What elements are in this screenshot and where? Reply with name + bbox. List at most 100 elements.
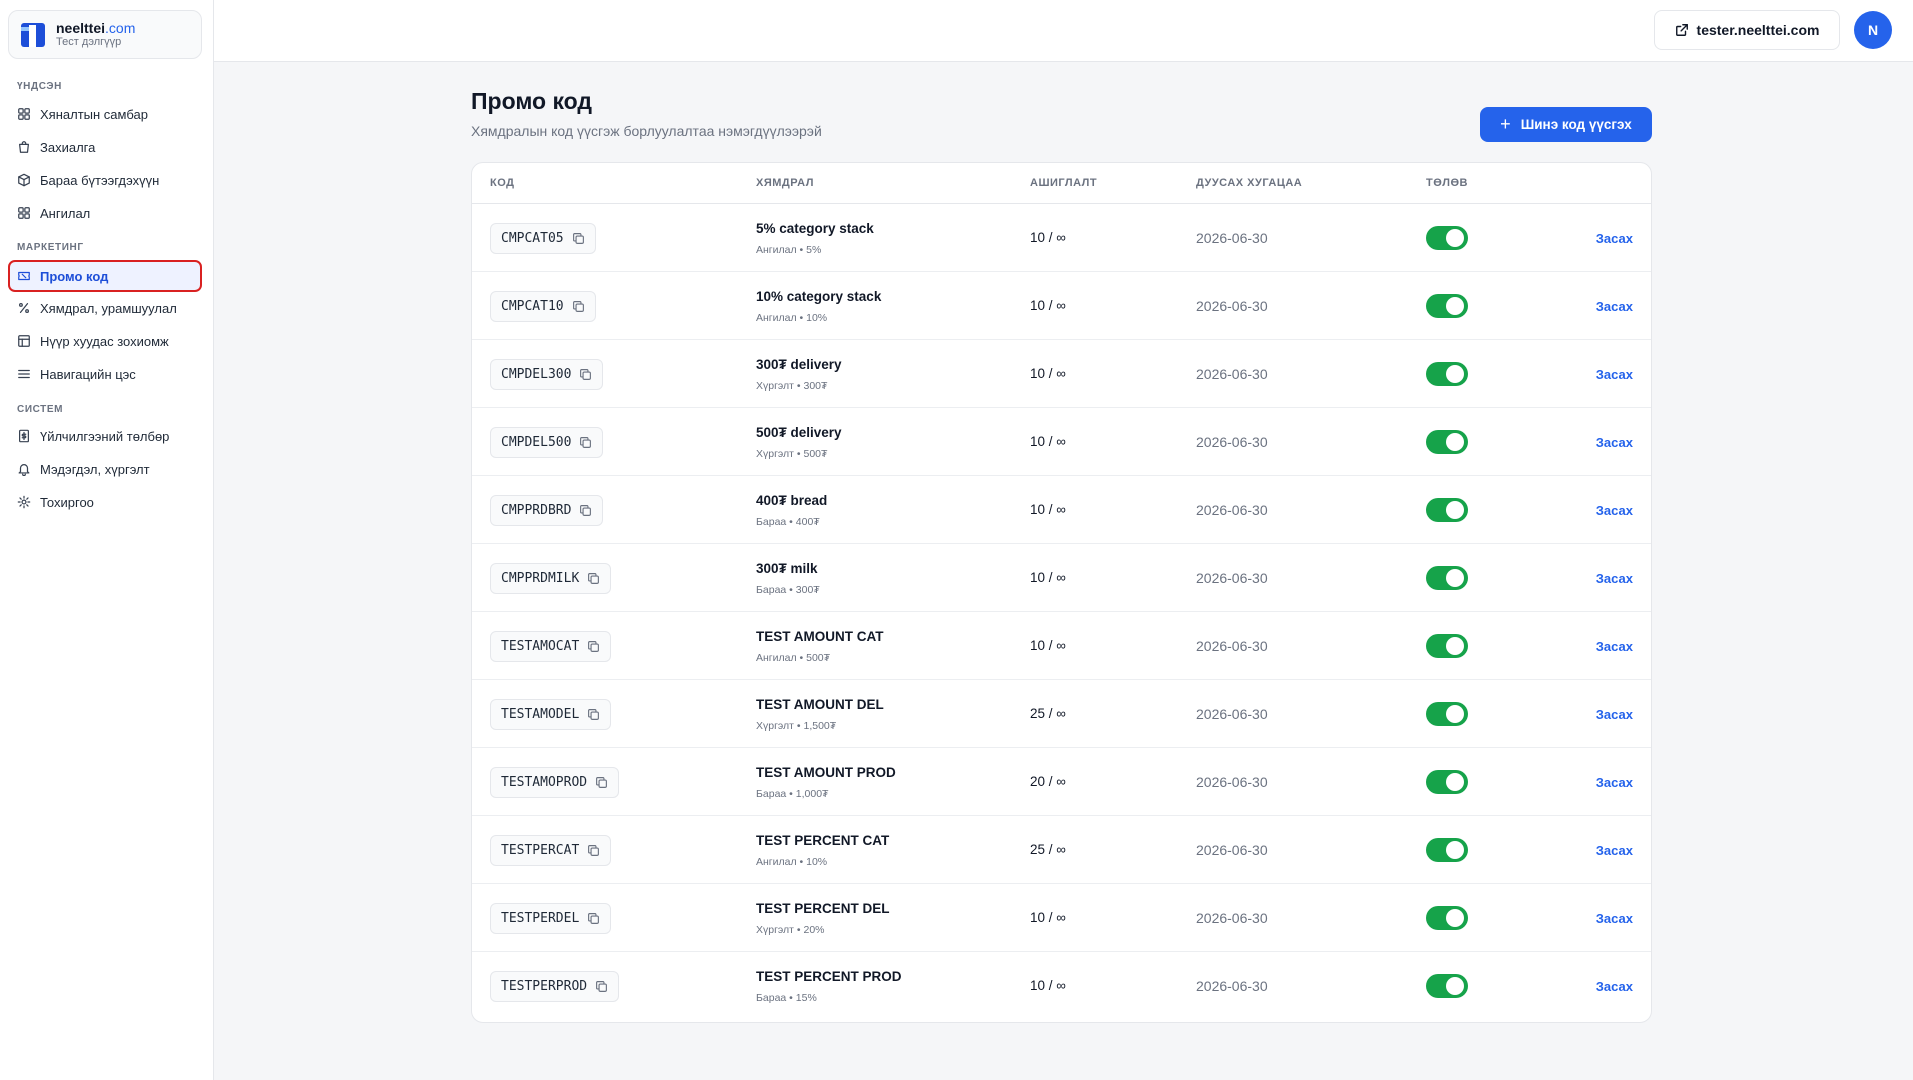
- avatar[interactable]: N: [1854, 11, 1892, 49]
- sidebar-item-percent[interactable]: Хямдрал, урамшуулал: [10, 294, 200, 322]
- promo-code-text: CMPCAT05: [501, 231, 564, 246]
- copy-icon[interactable]: [587, 572, 600, 585]
- edit-button[interactable]: Засах: [1596, 775, 1633, 790]
- promo-code[interactable]: TESTPERDEL: [490, 903, 612, 934]
- status-toggle[interactable]: [1426, 362, 1468, 386]
- edit-button[interactable]: Засах: [1596, 231, 1633, 246]
- copy-icon[interactable]: [587, 708, 600, 721]
- sidebar-item-menu[interactable]: Навигацийн цэс: [10, 360, 200, 388]
- sidebar-item-grid[interactable]: Ангилал: [10, 199, 200, 227]
- status-toggle[interactable]: [1426, 226, 1468, 250]
- promo-code[interactable]: TESTAMOPROD: [490, 767, 620, 798]
- column-expiry[interactable]: ДУУСАХ ХУГАЦАА: [1196, 177, 1302, 189]
- brand-name-main: neelttei: [56, 20, 106, 36]
- expiry-date: 2026-06-30: [1196, 910, 1268, 926]
- promo-code[interactable]: TESTPERPROD: [490, 971, 620, 1002]
- copy-icon[interactable]: [572, 300, 585, 313]
- sidebar-item-label: Ангилал: [40, 205, 91, 221]
- sidebar-section-label: ҮНДСЭН: [17, 81, 62, 92]
- expiry-date: 2026-06-30: [1196, 230, 1268, 246]
- edit-button[interactable]: Засах: [1596, 299, 1633, 314]
- status-toggle[interactable]: [1426, 770, 1468, 794]
- status-toggle[interactable]: [1426, 634, 1468, 658]
- edit-button[interactable]: Засах: [1596, 843, 1633, 858]
- sidebar-item-layout[interactable]: Нүүр хуудас зохиомж: [10, 327, 200, 355]
- column-code[interactable]: КОД: [490, 177, 514, 189]
- sidebar-item-label: Тохиргоо: [40, 494, 94, 510]
- column-usage[interactable]: АШИГЛАЛТ: [1030, 177, 1097, 189]
- promo-code[interactable]: CMPPRDBRD: [490, 495, 604, 526]
- column-status[interactable]: ТӨЛӨВ: [1426, 177, 1468, 189]
- promo-code[interactable]: CMPCAT10: [490, 291, 596, 322]
- promo-code[interactable]: TESTAMODEL: [490, 699, 612, 730]
- promo-code[interactable]: TESTPERCAT: [490, 835, 612, 866]
- promo-code-text: TESTPERPROD: [501, 979, 588, 994]
- copy-icon[interactable]: [579, 436, 592, 449]
- toggle-knob: [1446, 841, 1464, 859]
- edit-button[interactable]: Засах: [1596, 367, 1633, 382]
- new-code-button[interactable]: + Шинэ код үүсгэх: [1480, 107, 1652, 142]
- brand-card[interactable]: neelttei.com Тест дэлгүүр: [8, 10, 202, 59]
- status-toggle[interactable]: [1426, 906, 1468, 930]
- promo-code[interactable]: CMPPRDMILK: [490, 563, 612, 594]
- status-toggle[interactable]: [1426, 702, 1468, 726]
- expiry-date: 2026-06-30: [1196, 774, 1268, 790]
- sidebar-item-ticket[interactable]: Промо код: [8, 260, 202, 292]
- promo-code-text: CMPPRDMILK: [501, 571, 580, 586]
- toggle-knob: [1446, 501, 1464, 519]
- edit-button[interactable]: Засах: [1596, 503, 1633, 518]
- edit-button[interactable]: Засах: [1596, 571, 1633, 586]
- edit-button[interactable]: Засах: [1596, 979, 1633, 994]
- copy-icon[interactable]: [587, 844, 600, 857]
- discount-title: TEST AMOUNT DEL: [756, 697, 884, 712]
- edit-button[interactable]: Засах: [1596, 435, 1633, 450]
- status-toggle[interactable]: [1426, 974, 1468, 998]
- sidebar-item-label: Промо код: [40, 268, 109, 284]
- status-toggle[interactable]: [1426, 566, 1468, 590]
- status-toggle[interactable]: [1426, 294, 1468, 318]
- status-toggle[interactable]: [1426, 430, 1468, 454]
- usage-count: 25 / ∞: [1030, 842, 1066, 857]
- discount-detail: Бараа • 1,000₮: [756, 788, 829, 800]
- status-toggle[interactable]: [1426, 498, 1468, 522]
- table-row: CMPPRDMILK 300₮ milk Бараа • 300₮ 10 / ∞ 202…: [472, 544, 1651, 612]
- table-row: TESTPERPROD TEST PERCENT PROD Бараа • 15% 1…: [472, 952, 1651, 1020]
- sidebar-item-dashboard[interactable]: Хяналтын самбар: [10, 100, 200, 128]
- discount-title: TEST PERCENT PROD: [756, 969, 902, 984]
- new-code-button-label: Шинэ код үүсгэх: [1520, 117, 1632, 132]
- view-site-button[interactable]: tester.neelttei.com: [1654, 10, 1840, 50]
- sidebar-item-bag[interactable]: Захиалга: [10, 133, 200, 161]
- sidebar-item-box[interactable]: Бараа бүтээгдэхүүн: [10, 166, 200, 194]
- copy-icon[interactable]: [579, 504, 592, 517]
- edit-button[interactable]: Засах: [1596, 707, 1633, 722]
- promo-code[interactable]: CMPCAT05: [490, 223, 596, 254]
- column-discount[interactable]: ХЯМДРАЛ: [756, 177, 814, 189]
- usage-count: 10 / ∞: [1030, 502, 1066, 517]
- discount-detail: Ангилал • 10%: [756, 856, 828, 868]
- promo-code-text: CMPDEL500: [501, 435, 572, 450]
- copy-icon[interactable]: [595, 980, 608, 993]
- copy-icon[interactable]: [587, 640, 600, 653]
- promo-code[interactable]: TESTAMOCAT: [490, 631, 612, 662]
- menu-icon: [18, 369, 30, 379]
- status-toggle[interactable]: [1426, 838, 1468, 862]
- ticket-icon: [18, 271, 30, 281]
- sidebar-item-label: Нүүр хуудас зохиомж: [40, 333, 169, 349]
- copy-icon[interactable]: [572, 232, 585, 245]
- sidebar-item-label: Навигацийн цэс: [40, 366, 136, 382]
- sidebar-item-invoice[interactable]: Үйлчилгээний төлбөр: [10, 422, 200, 450]
- edit-button[interactable]: Засах: [1596, 639, 1633, 654]
- copy-icon[interactable]: [587, 912, 600, 925]
- edit-button[interactable]: Засах: [1596, 911, 1633, 926]
- copy-icon[interactable]: [595, 776, 608, 789]
- promo-code[interactable]: CMPDEL500: [490, 427, 604, 458]
- discount-detail: Ангилал • 5%: [756, 244, 822, 256]
- table-row: TESTPERCAT TEST PERCENT CAT Ангилал • 10% 2…: [472, 816, 1651, 884]
- usage-count: 10 / ∞: [1030, 230, 1066, 245]
- promo-code[interactable]: CMPDEL300: [490, 359, 604, 390]
- discount-title: 400₮ bread: [756, 493, 828, 508]
- sidebar-item-bell[interactable]: Мэдэгдэл, хүргэлт: [10, 455, 200, 483]
- sidebar-item-gear[interactable]: Тохиргоо: [10, 488, 200, 516]
- copy-icon[interactable]: [579, 368, 592, 381]
- table-row: TESTAMODEL TEST AMOUNT DEL Хүргэлт • 1,500…: [472, 680, 1651, 748]
